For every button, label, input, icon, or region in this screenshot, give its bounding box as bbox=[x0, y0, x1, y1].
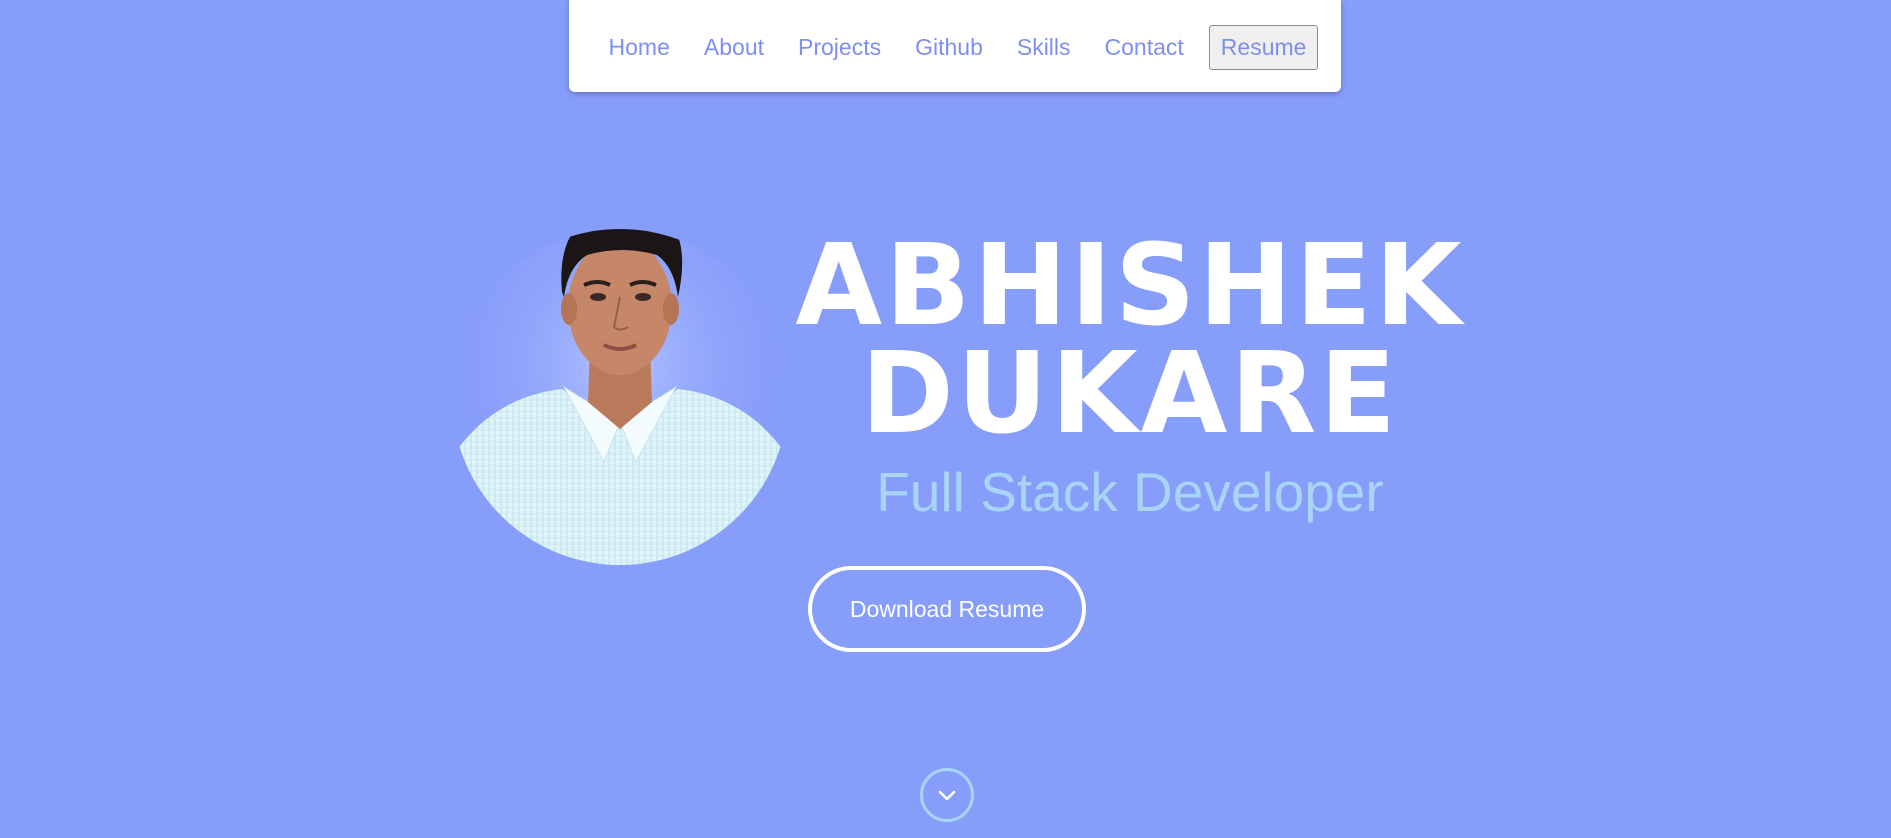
hero-last-name: DUKARE bbox=[860, 329, 1400, 459]
top-navbar: Home About Projects Github Skills Contac… bbox=[569, 0, 1341, 92]
hero-name: ABHISHEK DUKARE bbox=[790, 221, 1470, 459]
nav-link-projects[interactable]: Projects bbox=[798, 34, 881, 61]
download-resume-button[interactable]: Download Resume bbox=[808, 566, 1086, 652]
profile-photo bbox=[452, 229, 788, 565]
nav-link-contact[interactable]: Contact bbox=[1105, 34, 1184, 61]
resume-button[interactable]: Resume bbox=[1208, 24, 1319, 70]
nav-link-home[interactable]: Home bbox=[609, 34, 670, 61]
page: Home About Projects Github Skills Contac… bbox=[0, 0, 1891, 838]
hero-first-name: ABHISHEK bbox=[795, 221, 1465, 351]
hero-subtitle: Full Stack Developer bbox=[876, 461, 1384, 523]
nav-link-about[interactable]: About bbox=[704, 34, 764, 61]
scroll-down-button[interactable] bbox=[920, 768, 974, 822]
chevron-down-icon bbox=[938, 790, 956, 801]
nav-link-skills[interactable]: Skills bbox=[1017, 34, 1071, 61]
nav-link-github[interactable]: Github bbox=[915, 34, 983, 61]
